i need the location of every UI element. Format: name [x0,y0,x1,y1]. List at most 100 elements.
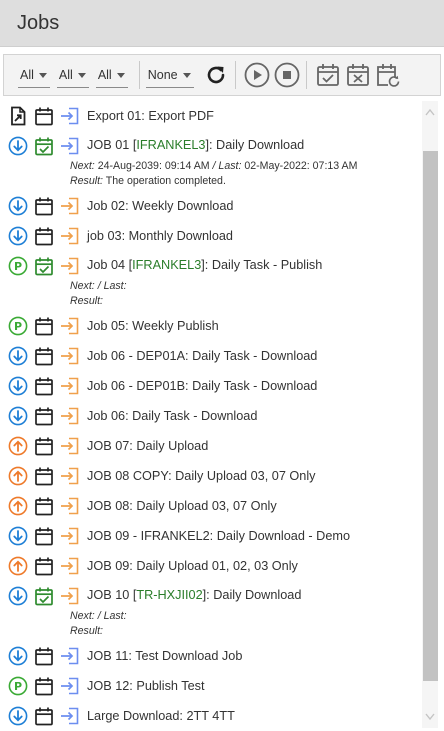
calendar-icon[interactable] [33,465,55,487]
job-row[interactable]: Job 06 - DEP01A: Daily Task - Download [0,341,422,371]
filter-direction-dropdown[interactable]: All [95,62,128,88]
scrollbar[interactable] [422,101,438,728]
job-row[interactable]: Job 02: Weekly Download [0,191,422,221]
calendar-check-icon[interactable] [33,585,55,607]
calendar-icon[interactable] [33,705,55,727]
job-title-text: JOB 09 - IFRANKEL2: Daily Download - Dem… [87,529,351,543]
download-icon [7,585,29,607]
sign-out-icon [59,405,81,427]
calendar-check-icon [316,64,339,86]
download-icon [7,645,29,667]
job-row[interactable]: P Job 05: Weekly Publish [0,311,422,341]
job-row[interactable]: Job 06 - DEP01B: Daily Task - Download [0,371,422,401]
filter-schedule-value: All [58,67,73,82]
job-row[interactable]: JOB 11: Test Download Job [0,641,422,671]
job-title[interactable]: JOB 12: Publish Test [87,671,205,701]
scrollbar-thumb[interactable] [423,151,438,681]
chevron-down-icon [38,72,47,78]
sign-out-icon [59,555,81,577]
scroll-up-icon[interactable] [422,101,438,123]
export-pdf-icon [7,105,29,127]
group-by-dropdown[interactable]: None [145,62,194,88]
job-row[interactable]: JOB 01 [IFRANKEL3]: Daily Download Next: … [0,131,422,191]
download-icon [7,195,29,217]
result-label: Result: [70,625,103,637]
disable-schedule-button[interactable] [343,60,373,90]
job-title[interactable]: JOB 11: Test Download Job [87,641,242,671]
next-label: Next: [70,160,95,172]
job-title[interactable]: Job 06 - DEP01B: Daily Task - Download [87,371,317,401]
sign-in-icon [59,705,81,727]
calendar-icon[interactable] [33,195,55,217]
filter-schedule-dropdown[interactable]: All [56,62,89,88]
calendar-icon[interactable] [33,375,55,397]
job-row[interactable]: JOB 07: Daily Upload [0,431,422,461]
job-row[interactable]: job 03: Monthly Download [0,221,422,251]
job-title[interactable]: JOB 07: Daily Upload [87,431,208,461]
job-row[interactable]: JOB 10 [TR-HXJII02]: Daily Download Next:… [0,581,422,641]
svg-text:P: P [14,680,22,693]
job-title[interactable]: job 03: Monthly Download [87,221,233,251]
scroll-down-icon[interactable] [422,706,438,728]
upload-icon [7,435,29,457]
job-title[interactable]: Job 04 [IFRANKEL3]: Daily Task - Publish [87,251,322,279]
calendar-icon[interactable] [33,675,55,697]
run-button[interactable] [242,60,272,90]
calendar-icon[interactable] [33,495,55,517]
job-title-text: Job 06: Daily Task - Download [87,409,258,423]
filter-type-dropdown[interactable]: All [18,62,50,88]
job-row[interactable]: Job 06: Daily Task - Download [0,401,422,431]
job-title-text: Large Download: 2TT 4TT [87,709,235,723]
calendar-icon[interactable] [33,315,55,337]
refresh-schedule-button[interactable] [373,60,403,90]
enable-schedule-button[interactable] [313,60,343,90]
sign-out-icon [59,345,81,367]
job-title[interactable]: JOB 01 [IFRANKEL3]: Daily Download [87,131,357,159]
sign-out-icon [59,225,81,247]
job-title[interactable]: JOB 10 [TR-HXJII02]: Daily Download [87,581,301,609]
calendar-icon[interactable] [33,405,55,427]
job-row[interactable]: P Job 04 [IFRANKEL3]: Daily Task - Publis… [0,251,422,311]
stop-button[interactable] [272,60,302,90]
job-row[interactable]: JOB 08: Daily Upload 03, 07 Only [0,491,422,521]
job-title-text: JOB 11: Test Download Job [87,649,243,663]
sign-out-icon [59,585,81,607]
job-title[interactable]: Export 01: Export PDF [87,101,214,131]
calendar-icon[interactable] [33,225,55,247]
calendar-icon[interactable] [33,435,55,457]
sign-out-icon [59,315,81,337]
job-icons [7,641,85,671]
job-row[interactable]: JOB 08 COPY: Daily Upload 03, 07 Only [0,461,422,491]
job-schedule-info: Next: 24-Aug-2039: 09:14 AM / Last: 02-M… [37,159,357,174]
job-title[interactable]: Job 06: Daily Task - Download [87,401,257,431]
job-row[interactable]: Export 01: Export PDF [0,101,422,131]
job-title[interactable]: JOB 08: Daily Upload 03, 07 Only [87,491,277,521]
calendar-icon[interactable] [33,345,55,367]
job-row[interactable]: P JOB 12: Publish Test [0,671,422,701]
calendar-icon[interactable] [33,555,55,577]
job-title[interactable]: JOB 08 COPY: Daily Upload 03, 07 Only [87,461,316,491]
job-row[interactable]: JOB 09 - IFRANKEL2: Daily Download - Dem… [0,521,422,551]
job-title[interactable]: Large Download: 2TT 4TT [87,701,235,728]
refresh-button[interactable] [201,60,231,90]
job-title[interactable]: Job 05: Weekly Publish [87,311,219,341]
calendar-icon[interactable] [33,645,55,667]
calendar-check-icon[interactable] [33,255,55,277]
calendar-icon[interactable] [33,105,55,127]
job-row[interactable]: JOB 09: Daily Upload 01, 02, 03 Only [0,551,422,581]
job-title[interactable]: JOB 09: Daily Upload 01, 02, 03 Only [87,551,298,581]
job-title[interactable]: JOB 09 - IFRANKEL2: Daily Download - Dem… [87,521,350,551]
job-title[interactable]: Job 06 - DEP01A: Daily Task - Download [87,341,317,371]
calendar-check-icon[interactable] [33,135,55,157]
job-title-text: JOB 07: Daily Upload [87,439,209,453]
job-title[interactable]: Job 02: Weekly Download [87,191,233,221]
sign-out-icon [59,435,81,457]
job-title-text: Job 06 - DEP01A: Daily Task - Download [87,349,318,363]
calendar-icon[interactable] [33,525,55,547]
job-title-text: job 03: Monthly Download [87,229,233,243]
sign-out-icon [59,195,81,217]
job-result-info: Result: The operation completed. [37,174,357,189]
job-row[interactable]: Large Download: 2TT 4TT [0,701,422,728]
job-icons [7,101,85,131]
job-schedule-info: Next: / Last: [37,609,301,624]
